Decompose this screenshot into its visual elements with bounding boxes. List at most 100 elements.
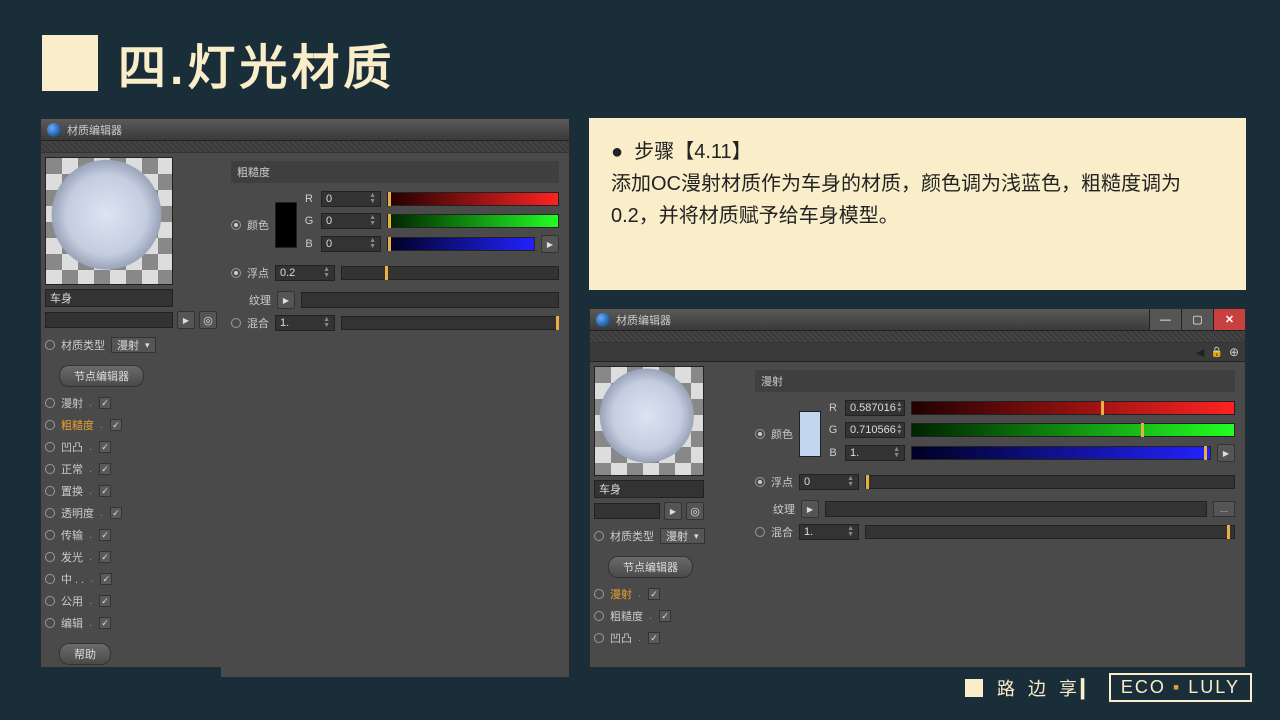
radio-icon[interactable] [45, 618, 55, 628]
target-icon[interactable] [199, 311, 217, 329]
check-icon[interactable] [99, 485, 111, 497]
material-name-input[interactable] [594, 480, 704, 498]
radio-icon[interactable] [231, 318, 241, 328]
texture-slot[interactable] [825, 501, 1207, 517]
radio-icon[interactable] [594, 611, 604, 621]
check-icon[interactable] [110, 507, 122, 519]
radio-icon[interactable] [45, 530, 55, 540]
play-icon[interactable] [177, 311, 195, 329]
mix-value[interactable]: 1.▲▼ [799, 524, 859, 540]
g-slider[interactable] [911, 423, 1235, 437]
texture-picker-icon[interactable] [277, 291, 295, 309]
b-value[interactable]: 1.▲▼ [845, 445, 905, 461]
radio-icon[interactable] [45, 552, 55, 562]
channel-row[interactable]: 漫射 . [594, 586, 741, 602]
minimize-button[interactable]: — [1149, 309, 1181, 330]
help-button[interactable]: 帮助 [59, 643, 111, 665]
color-swatch[interactable] [275, 202, 297, 248]
radio-icon[interactable] [231, 268, 241, 278]
radio-icon[interactable] [45, 508, 55, 518]
browse-button[interactable]: … [1213, 501, 1235, 517]
lock-icon[interactable] [1210, 346, 1222, 358]
channel-row[interactable]: 凹凸 . [45, 439, 217, 455]
add-icon[interactable] [1229, 345, 1239, 359]
maximize-button[interactable]: ▢ [1181, 309, 1213, 330]
radio-icon[interactable] [45, 596, 55, 606]
r-slider[interactable] [911, 401, 1235, 415]
r-value[interactable]: 0.587016▲▼ [845, 400, 905, 416]
check-icon[interactable] [648, 632, 660, 644]
radio-icon[interactable] [594, 633, 604, 643]
grip-bar[interactable] [590, 331, 1245, 343]
radio-icon[interactable] [45, 420, 55, 430]
radio-icon[interactable] [755, 527, 765, 537]
material-preview[interactable] [594, 366, 704, 476]
material-preview[interactable] [45, 157, 173, 285]
check-icon[interactable] [110, 419, 122, 431]
check-icon[interactable] [99, 463, 111, 475]
back-icon[interactable] [1196, 346, 1204, 359]
g-value[interactable]: 0▲▼ [321, 213, 381, 229]
b-value[interactable]: 0▲▼ [321, 236, 381, 252]
radio-icon[interactable] [45, 464, 55, 474]
radio-icon[interactable] [594, 531, 604, 541]
mix-value[interactable]: 1.▲▼ [275, 315, 335, 331]
radio-icon[interactable] [45, 340, 55, 350]
radio-icon[interactable] [231, 220, 241, 230]
channel-row[interactable]: 置换 . [45, 483, 217, 499]
check-icon[interactable] [99, 617, 111, 629]
check-icon[interactable] [99, 551, 111, 563]
r-value[interactable]: 0▲▼ [321, 191, 381, 207]
channel-row[interactable]: 公用 . [45, 593, 217, 609]
play-icon[interactable] [664, 502, 682, 520]
node-editor-button[interactable]: 节点编辑器 [608, 556, 693, 578]
b-slider[interactable] [387, 237, 535, 251]
channel-row[interactable]: 传输 . [45, 527, 217, 543]
float-slider[interactable] [865, 475, 1235, 489]
grip-bar[interactable] [41, 141, 569, 153]
channel-row[interactable]: 漫射 . [45, 395, 217, 411]
r-slider[interactable] [387, 192, 559, 206]
texture-picker-icon[interactable] [801, 500, 819, 518]
float-value[interactable]: 0.2▲▼ [275, 265, 335, 281]
radio-icon[interactable] [45, 574, 55, 584]
search-input[interactable] [45, 312, 173, 328]
mix-slider[interactable] [865, 525, 1235, 539]
radio-icon[interactable] [45, 486, 55, 496]
close-button[interactable]: ✕ [1213, 309, 1245, 330]
color-swatch[interactable] [799, 411, 821, 457]
mat-type-select[interactable]: 漫射 [111, 337, 156, 353]
radio-icon[interactable] [594, 589, 604, 599]
g-slider[interactable] [387, 214, 559, 228]
radio-icon[interactable] [45, 398, 55, 408]
material-name-input[interactable] [45, 289, 173, 307]
expand-icon[interactable] [541, 235, 559, 253]
mix-slider[interactable] [341, 316, 559, 330]
channel-row[interactable]: 粗糙度 . [594, 608, 741, 624]
channel-row[interactable]: 正常 . [45, 461, 217, 477]
b-slider[interactable] [911, 446, 1211, 460]
check-icon[interactable] [648, 588, 660, 600]
float-slider[interactable] [341, 266, 559, 280]
channel-row[interactable]: 透明度 . [45, 505, 217, 521]
channel-row[interactable]: 编辑 . [45, 615, 217, 631]
mat-type-select[interactable]: 漫射 [660, 528, 705, 544]
check-icon[interactable] [99, 397, 111, 409]
channel-row[interactable]: 凹凸 . [594, 630, 741, 646]
g-value[interactable]: 0.710566▲▼ [845, 422, 905, 438]
search-input[interactable] [594, 503, 660, 519]
check-icon[interactable] [99, 441, 111, 453]
channel-row[interactable]: 粗糙度 . [45, 417, 217, 433]
expand-icon[interactable] [1217, 444, 1235, 462]
check-icon[interactable] [99, 529, 111, 541]
check-icon[interactable] [659, 610, 671, 622]
float-value[interactable]: 0▲▼ [799, 474, 859, 490]
node-editor-button[interactable]: 节点编辑器 [59, 365, 144, 387]
texture-slot[interactable] [301, 292, 559, 308]
channel-row[interactable]: 发光 . [45, 549, 217, 565]
radio-icon[interactable] [755, 429, 765, 439]
radio-icon[interactable] [45, 442, 55, 452]
radio-icon[interactable] [755, 477, 765, 487]
channel-row[interactable]: 中 . . . [45, 571, 217, 587]
target-icon[interactable] [686, 502, 704, 520]
